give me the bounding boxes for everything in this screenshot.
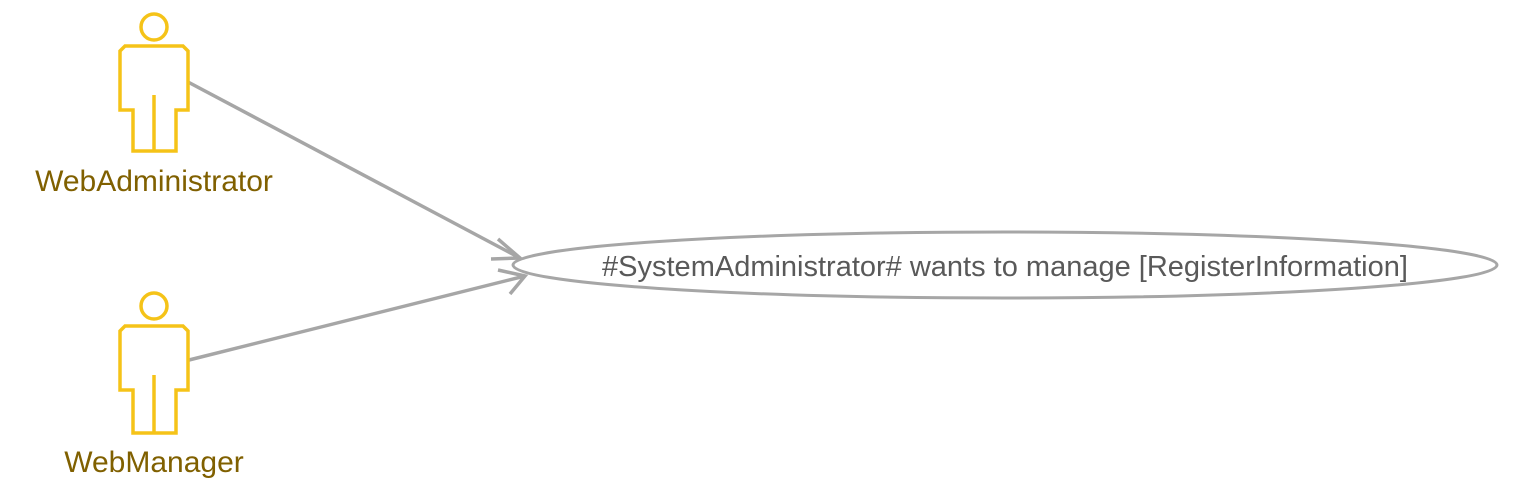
actor-label: WebAdministrator <box>35 165 273 198</box>
person-icon <box>118 12 190 153</box>
usecase-label: #SystemAdministrator# wants to manage [R… <box>602 251 1408 283</box>
association-webmanager-usecase <box>188 274 526 362</box>
person-icon <box>118 291 190 435</box>
actor-label: WebManager <box>64 446 244 479</box>
actor-web-manager[interactable]: WebManager <box>64 291 244 479</box>
use-case-diagram: #SystemAdministrator# wants to manage [R… <box>35 12 1499 479</box>
actor-web-administrator[interactable]: WebAdministrator <box>35 12 273 198</box>
